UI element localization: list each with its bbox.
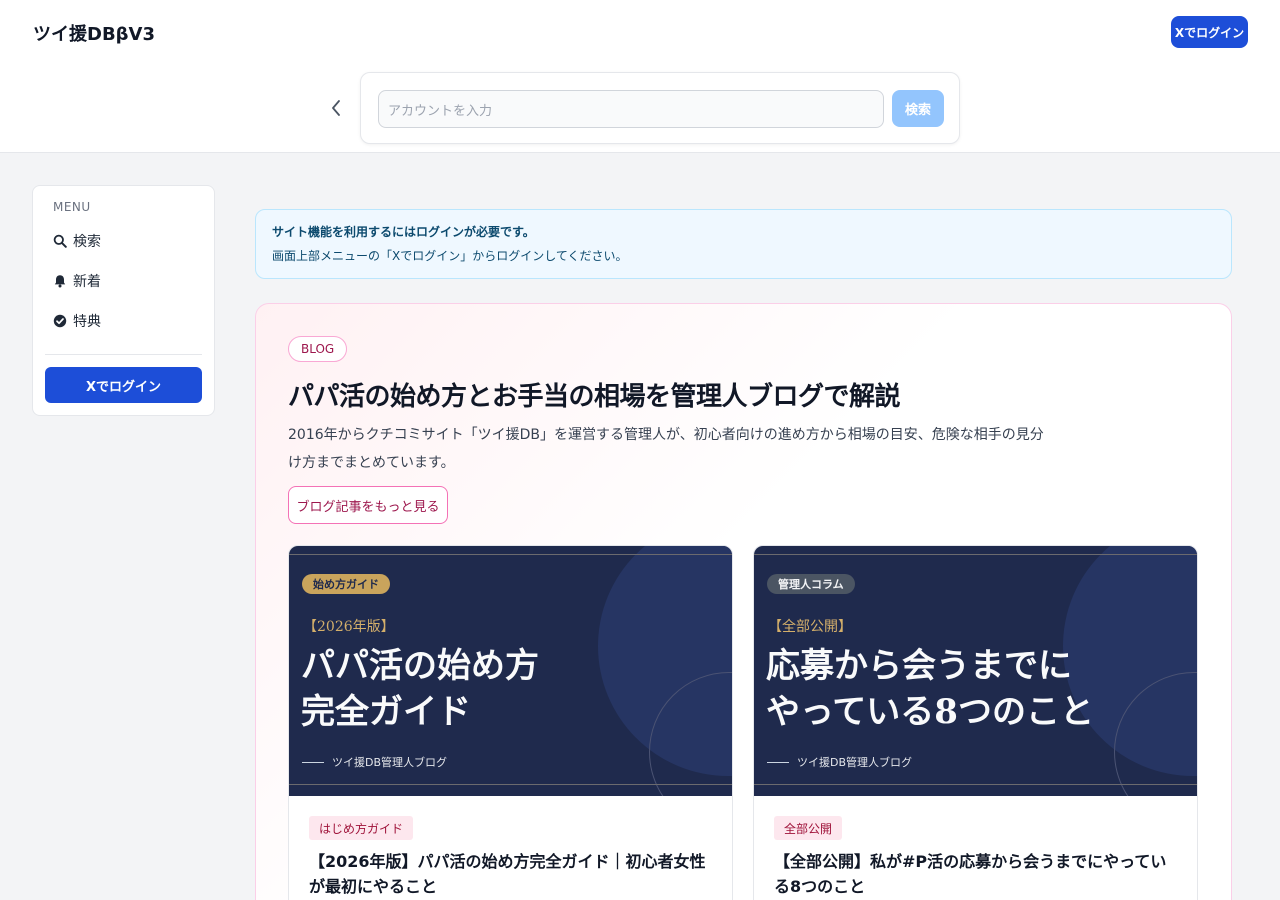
site-brand[interactable]: ツイ援DBβV3 (33, 20, 155, 46)
card-thumbnail[interactable]: 始め方ガイド 【2026年版】 パパ活の始め方 完全ガイド ツイ援DB管理人ブロ… (289, 546, 732, 796)
sidebar-item-label: 新着 (73, 274, 101, 290)
thumb-title: 応募から会うまでに やっている8つのこと (766, 643, 1186, 735)
card-thumbnail[interactable]: 管理人コラム 【全部公開】 応募から会うまでに やっている8つのこと ツイ援DB… (754, 546, 1197, 796)
thumb-footer-text: ツイ援DB管理人ブログ (332, 756, 448, 769)
bell-icon (54, 275, 66, 288)
check-badge-icon (53, 314, 67, 328)
thumb-rule (754, 554, 1197, 555)
sidebar-divider (45, 354, 202, 355)
sidebar-item-label: 特典 (73, 314, 101, 330)
thumb-footer-dash (767, 761, 789, 763)
alert-body: 画面上部メニューの「Xでログイン」からログインしてください。 (272, 249, 628, 263)
blog-description: 2016年からクチコミサイト「ツイ援DB」を運営する管理人が、初心者向けの進め方… (288, 427, 1044, 471)
thumb-footer: ツイ援DB管理人ブログ (767, 754, 912, 770)
blog-title: パパ活の始め方とお手当の相場を管理人ブログで解説 (288, 382, 901, 412)
more-blog-button[interactable]: ブログ記事をもっと見る (288, 486, 448, 524)
header-login-button[interactable]: Xでログイン (1171, 16, 1248, 48)
card-category[interactable]: はじめ方ガイド (309, 816, 414, 840)
thumb-tag: 管理人コラム (767, 574, 855, 594)
site-header: ツイ援DBβV3 Xでログイン アカウントを入力 検索 (0, 0, 1280, 153)
blog-section: BLOG パパ活の始め方とお手当の相場を管理人ブログで解説 2016年からクチコ… (255, 303, 1232, 900)
blog-card[interactable]: 管理人コラム 【全部公開】 応募から会うまでに やっている8つのこと ツイ援DB… (753, 545, 1198, 900)
search-panel: アカウントを入力 検索 (360, 72, 960, 144)
thumb-title-line: パパ活の始め方 (301, 646, 539, 686)
card-category[interactable]: 全部公開 (774, 816, 843, 840)
sidebar-menu: MENU 検索 新着 特典 Xでログイン (32, 185, 215, 416)
search-icon (53, 234, 67, 248)
thumb-rule (754, 784, 1197, 785)
sidebar-item-search[interactable]: 検索 (53, 229, 101, 253)
account-search-input[interactable]: アカウントを入力 (378, 90, 884, 128)
thumb-tag: 始め方ガイド (302, 574, 390, 594)
thumb-footer-dash (302, 761, 324, 763)
sidebar-item-label: 検索 (73, 234, 101, 250)
thumb-footer: ツイ援DB管理人ブログ (302, 754, 447, 770)
thumb-title: パパ活の始め方 完全ガイド (301, 643, 721, 735)
card-title[interactable]: 【2026年版】パパ活の始め方完全ガイド｜初心者女性が最初にやること (309, 849, 714, 899)
sidebar-login-button[interactable]: Xでログイン (45, 367, 202, 403)
card-title[interactable]: 【全部公開】私が#P活の応募から会うまでにやっている8つのこと (774, 849, 1179, 899)
thumb-title-line: 応募から会うまでに (766, 646, 1072, 686)
menu-title: MENU (53, 200, 91, 214)
back-chevron-icon[interactable] (326, 97, 346, 119)
thumb-rule (289, 784, 732, 785)
search-button[interactable]: 検索 (892, 90, 944, 127)
blog-card[interactable]: 始め方ガイド 【2026年版】 パパ活の始め方 完全ガイド ツイ援DB管理人ブロ… (288, 545, 733, 900)
sidebar-item-perks[interactable]: 特典 (53, 309, 101, 333)
search-placeholder: アカウントを入力 (388, 103, 493, 119)
thumb-title-line: やっている8つのこと (766, 692, 1094, 732)
sidebar-item-new[interactable]: 新着 (53, 269, 101, 293)
alert-title: サイト機能を利用するにはログインが必要です。 (272, 225, 535, 239)
login-required-alert: サイト機能を利用するにはログインが必要です。 画面上部メニューの「Xでログイン」… (255, 209, 1232, 279)
thumb-footer-text: ツイ援DB管理人ブログ (797, 756, 913, 769)
thumb-kicker: 【2026年版】 (303, 619, 395, 635)
thumb-kicker: 【全部公開】 (768, 619, 852, 635)
thumb-title-line: 完全ガイド (301, 692, 471, 732)
thumb-rule (289, 554, 732, 555)
blog-badge: BLOG (288, 336, 348, 362)
